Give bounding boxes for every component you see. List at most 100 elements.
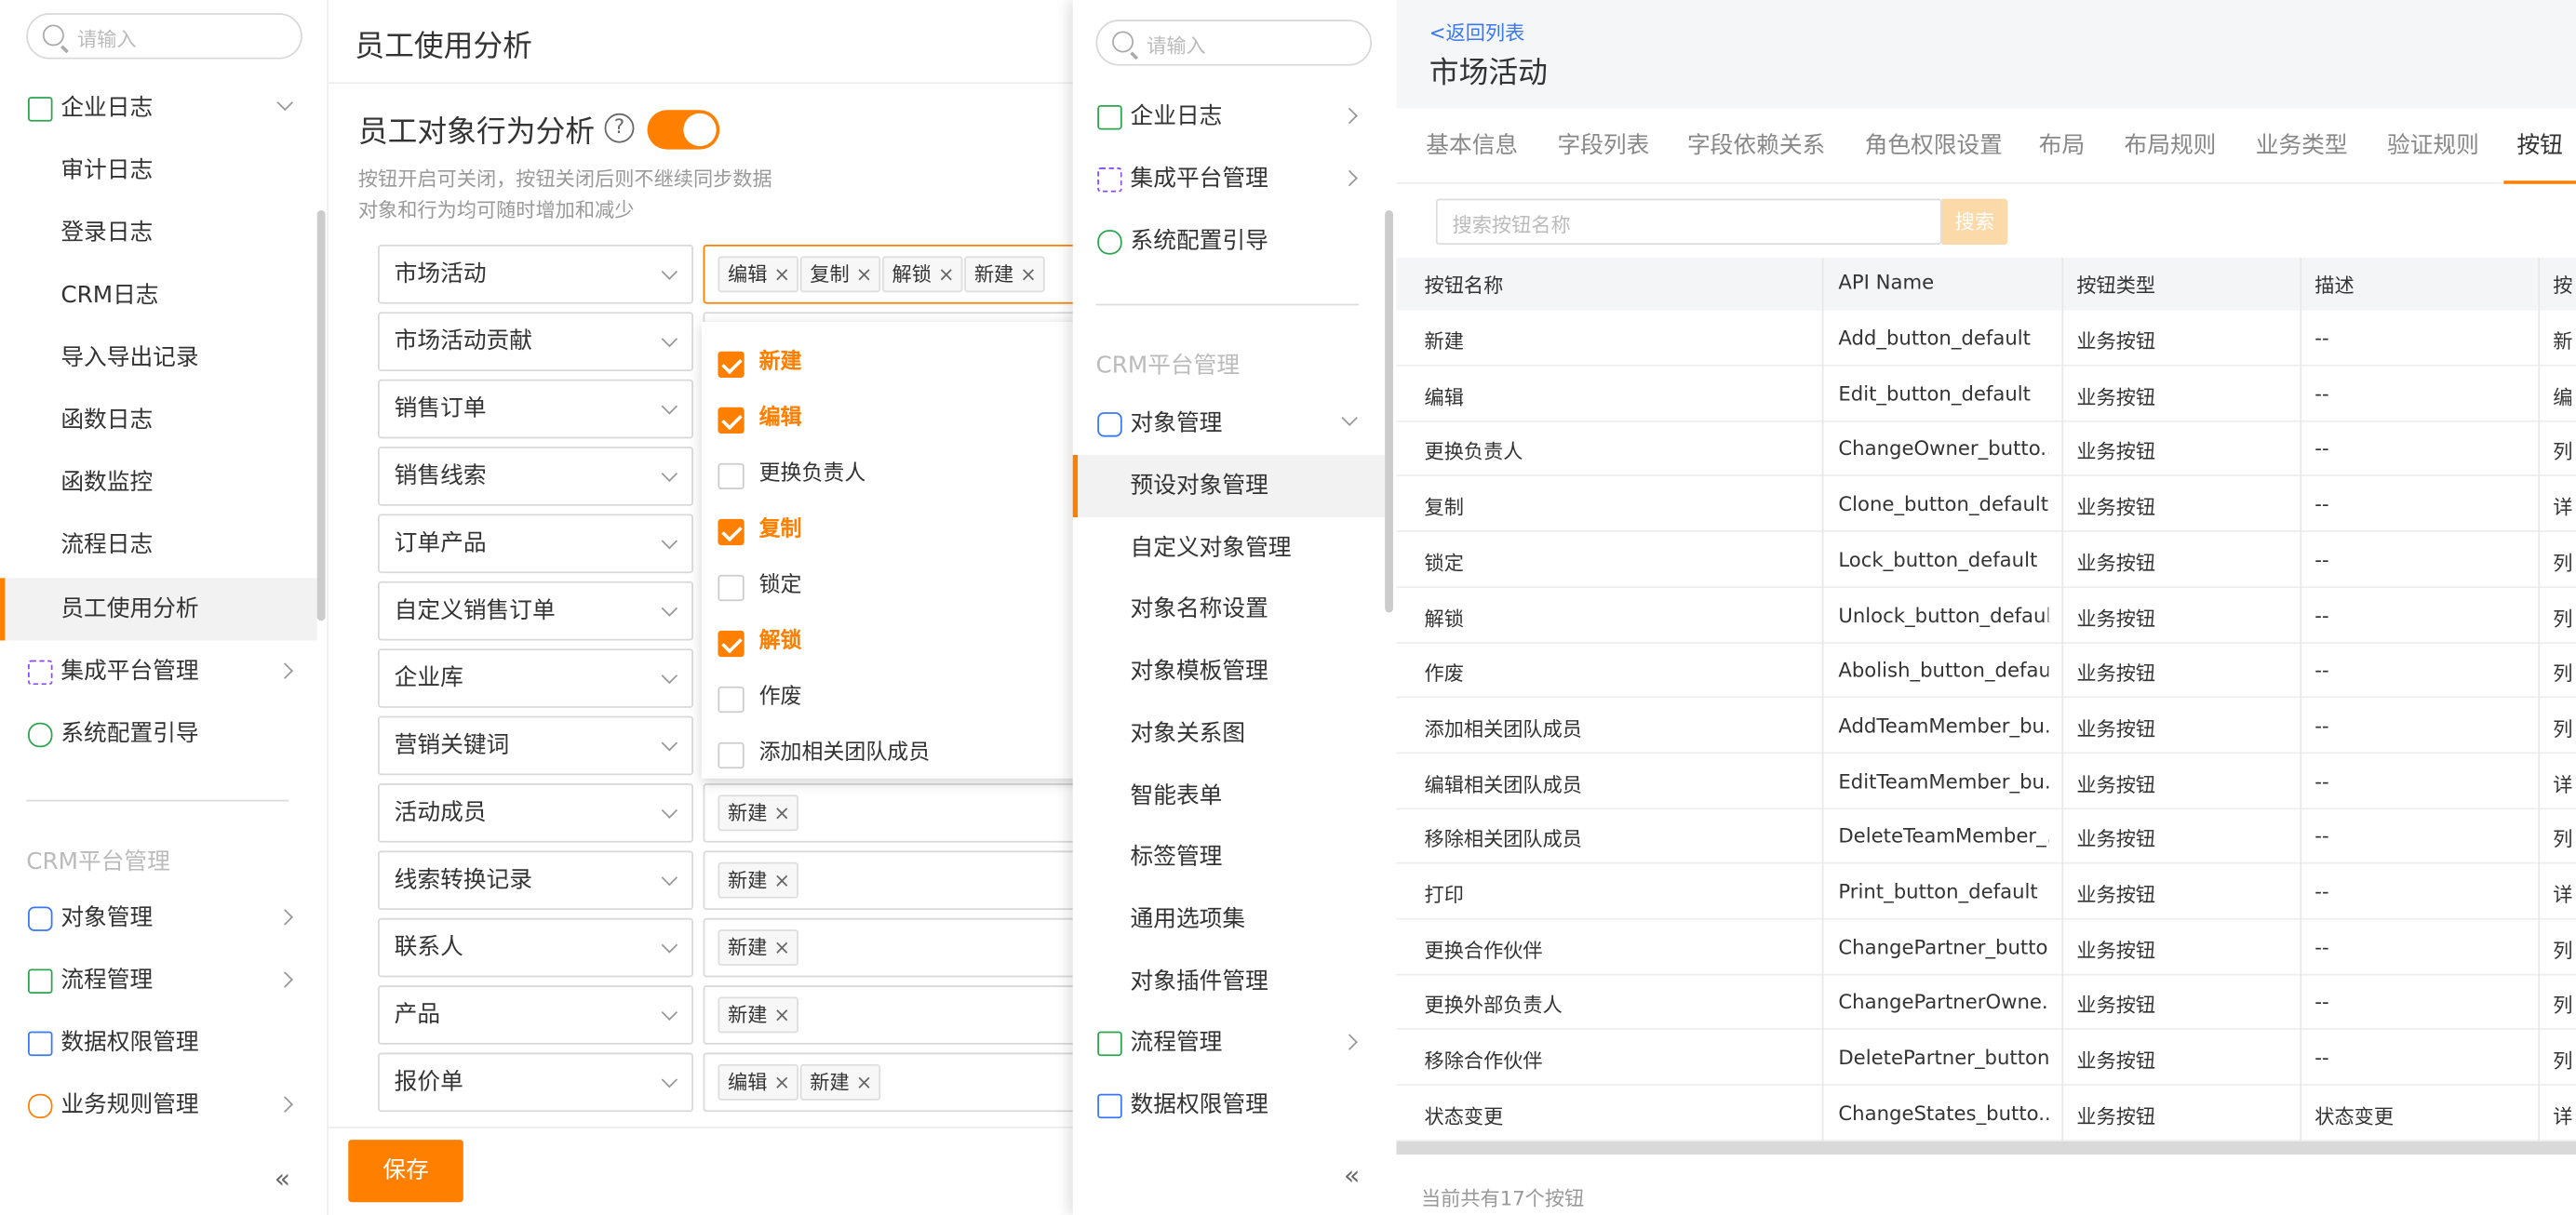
collapse-sidebar2-icon[interactable]: « (1344, 1159, 1360, 1191)
s2-object-mgmt[interactable]: 对象管理 (1073, 393, 1385, 455)
s2-flow-mgmt[interactable]: 流程管理 (1073, 1011, 1385, 1074)
table-row[interactable]: 移除相关团队成员 DeleteTeamMember_... 业务按钮 -- 列 (1396, 808, 2576, 865)
table-row[interactable]: 新建 Add_button_default 业务按钮 -- 新 (1396, 311, 2576, 367)
table-row[interactable]: 状态变更 ChangeStates_butto... 业务按钮 状态变更 详 (1396, 1086, 2576, 1142)
checkbox-icon[interactable] (718, 741, 745, 769)
dropdown-option[interactable]: 锁定 (702, 558, 1096, 614)
remove-tag-icon[interactable]: × (773, 998, 790, 1031)
checkbox-icon[interactable] (718, 686, 745, 714)
object-select[interactable]: 活动成员 (378, 783, 693, 843)
sub-function-monitor[interactable]: 函数监控 (0, 451, 317, 514)
tab[interactable]: 按钮 (2516, 128, 2562, 161)
dropdown-option[interactable]: 更换负责人 (702, 447, 1096, 502)
checkbox-checked-icon[interactable] (718, 518, 745, 546)
tab[interactable]: 字段依赖关系 (1687, 128, 1825, 161)
nav-enterprise-log[interactable]: 企业日志 (0, 79, 317, 139)
table-row[interactable]: 复制 Clone_button_default 业务按钮 -- 详 (1396, 476, 2576, 533)
help-icon[interactable]: ? (604, 113, 635, 143)
s2-sub-item[interactable]: 智能表单 (1073, 765, 1385, 827)
remove-tag-icon[interactable]: × (773, 864, 790, 897)
object-select[interactable]: 报价单 (378, 1052, 693, 1113)
checkbox-checked-icon[interactable] (718, 351, 745, 379)
action-tag-input[interactable]: 新建 × (703, 917, 1098, 978)
table-row[interactable]: 锁定 Lock_button_default 业务按钮 -- 列 (1396, 532, 2576, 588)
remove-tag-icon[interactable]: × (773, 931, 790, 964)
action-tag-input[interactable]: 编辑 × 复制 × 解锁 × 新建 × (703, 245, 1098, 304)
s2-enterprise-log[interactable]: 企业日志 (1073, 86, 1385, 148)
dropdown-option[interactable]: 解锁 (702, 614, 1096, 670)
search-button[interactable]: 搜索 (1941, 198, 2008, 246)
s2-sub-item[interactable]: 自定义对象管理 (1073, 517, 1385, 580)
sub-employee-usage[interactable]: 员工使用分析 (0, 578, 317, 641)
nav-system-config[interactable]: 系统配置引导 (0, 704, 317, 764)
sub-crm-log[interactable]: CRM日志 (0, 264, 317, 327)
table-row[interactable]: 移除合作伙伴 DeletePartner_button... 业务按钮 -- 列 (1396, 1030, 2576, 1087)
action-tag-input[interactable]: 新建 × (703, 985, 1098, 1045)
remove-tag-icon[interactable]: × (856, 258, 873, 290)
table-row[interactable]: 更换合作伙伴 ChangePartner_butto... 业务按钮 -- 列 (1396, 919, 2576, 976)
s2-system-config[interactable]: 系统配置引导 (1073, 210, 1385, 273)
action-tag-input[interactable]: 新建 × (703, 783, 1098, 843)
action-tag-input[interactable]: 编辑 × 新建 × (703, 1052, 1098, 1113)
nav-business-rules[interactable]: 业务规则管理 (0, 1075, 317, 1135)
table-row[interactable]: 添加相关团队成员 AddTeamMember_bu... 业务按钮 -- 列 (1396, 698, 2576, 754)
remove-tag-icon[interactable]: × (773, 796, 790, 829)
remove-tag-icon[interactable]: × (856, 1066, 873, 1099)
checkbox-icon[interactable] (718, 462, 745, 490)
s2-integration[interactable]: 集成平台管理 (1073, 148, 1385, 210)
table-row[interactable]: 更换外部负责人 ChangePartnerOwne... 业务按钮 -- 列 (1396, 975, 2576, 1031)
remove-tag-icon[interactable]: × (773, 258, 790, 290)
object-select[interactable]: 线索转换记录 (378, 850, 693, 910)
button-search-input[interactable]: 搜索按钮名称 (1435, 198, 1942, 246)
sidebar-scrollbar[interactable] (316, 209, 326, 621)
save-button[interactable]: 保存 (348, 1140, 463, 1203)
checkbox-checked-icon[interactable] (718, 630, 745, 658)
nav-data-permission[interactable]: 数据权限管理 (0, 1013, 317, 1073)
object-select[interactable]: 订单产品 (378, 514, 693, 574)
sidebar2-scrollbar[interactable] (1385, 209, 1393, 613)
sub-function-log[interactable]: 函数日志 (0, 389, 317, 451)
s2-sub-item[interactable]: 标签管理 (1073, 826, 1385, 888)
object-select[interactable]: 产品 (378, 985, 693, 1045)
object-select[interactable]: 联系人 (378, 917, 693, 978)
table-row[interactable]: 更换负责人 ChangeOwner_butto... 业务按钮 -- 列 (1396, 421, 2576, 477)
checkbox-checked-icon[interactable] (718, 407, 745, 434)
remove-tag-icon[interactable]: × (1020, 258, 1037, 290)
nav-flow-mgmt[interactable]: 流程管理 (0, 951, 317, 1010)
s2-sub-item[interactable]: 通用选项集 (1073, 888, 1385, 951)
tab[interactable]: 验证规则 (2387, 128, 2479, 161)
s2-sub-item[interactable]: 对象插件管理 (1073, 950, 1385, 1012)
object-select[interactable]: 自定义销售订单 (378, 581, 693, 641)
action-tag-input[interactable]: 新建 × (703, 850, 1098, 910)
s2-sub-item[interactable]: 预设对象管理 (1072, 454, 1386, 518)
s2-data-permission[interactable]: 数据权限管理 (1073, 1075, 1385, 1137)
nav-object-mgmt[interactable]: 对象管理 (0, 888, 317, 948)
table-row[interactable]: 编辑相关团队成员 EditTeamMember_bu... 业务按钮 -- 详 (1396, 754, 2576, 809)
object-select[interactable]: 企业库 (378, 648, 693, 708)
s2-sub-item[interactable]: 对象模板管理 (1073, 641, 1385, 703)
dropdown-option[interactable]: 复制 (702, 502, 1096, 558)
table-row[interactable]: 解锁 Unlock_button_default 业务按钮 -- 列 (1396, 587, 2576, 644)
table-row[interactable]: 作废 Abolish_button_default 业务按钮 -- 列 (1396, 643, 2576, 699)
collapse-sidebar-icon[interactable]: « (275, 1163, 290, 1195)
checkbox-icon[interactable] (718, 574, 745, 602)
object-select[interactable]: 销售线索 (378, 447, 693, 506)
dropdown-option[interactable]: 添加相关团队成员 (702, 726, 1096, 781)
table-row[interactable]: 编辑 Edit_button_default 业务按钮 -- 编 (1396, 366, 2576, 422)
s2-sub-item[interactable]: 对象关系图 (1073, 702, 1385, 765)
horizontal-scrollbar[interactable] (1396, 1141, 2576, 1155)
remove-tag-icon[interactable]: × (773, 1066, 790, 1099)
object-select[interactable]: 市场活动贡献 (378, 312, 693, 371)
tab[interactable]: 基本信息 (1426, 128, 1518, 161)
object-select[interactable]: 销售订单 (378, 379, 693, 439)
sub-audit-log[interactable]: 审计日志 (0, 140, 317, 202)
back-to-list-link[interactable]: <返回列表 (1429, 18, 1524, 46)
tab[interactable]: 业务类型 (2256, 128, 2348, 161)
tab[interactable]: 字段列表 (1558, 128, 1650, 161)
tab[interactable]: 布局 (2039, 128, 2085, 161)
dropdown-option[interactable]: 编辑 (702, 391, 1096, 447)
sub-login-log[interactable]: 登录日志 (0, 202, 317, 264)
sub-flow-log[interactable]: 流程日志 (0, 514, 317, 577)
remove-tag-icon[interactable]: × (938, 258, 955, 290)
tab[interactable]: 角色权限设置 (1865, 128, 2003, 161)
